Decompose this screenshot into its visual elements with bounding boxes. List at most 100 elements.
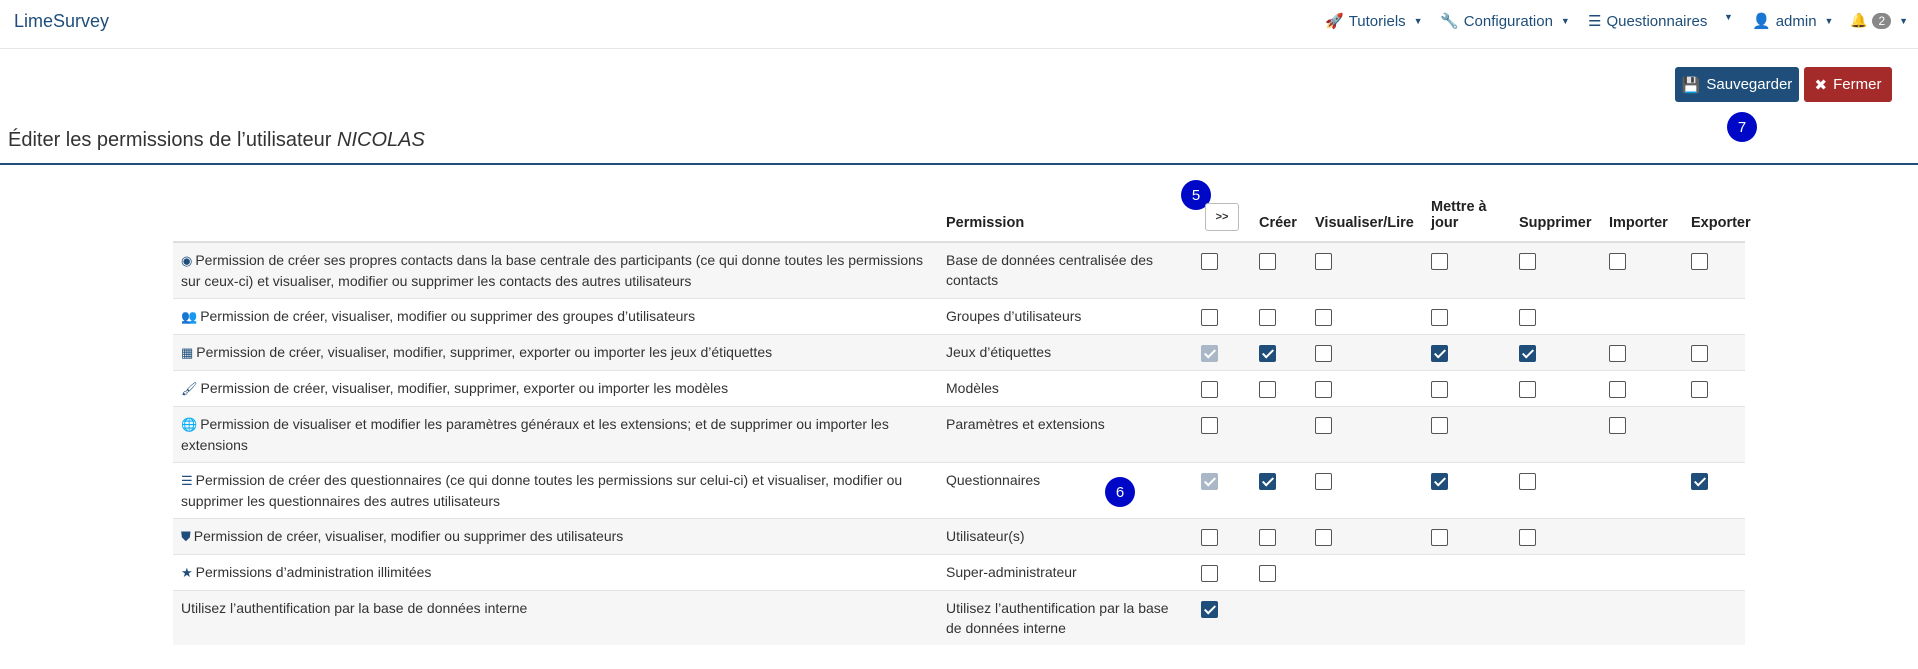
checkbox-read[interactable] xyxy=(1315,381,1332,399)
checkbox-update[interactable] xyxy=(1431,529,1448,547)
globe-icon: 🌐 xyxy=(181,417,198,432)
header-delete: Supprimer xyxy=(1511,184,1601,243)
nav-configuration[interactable]: 🔧 Configuration ▼ xyxy=(1440,12,1570,31)
checkbox-create[interactable] xyxy=(1259,529,1276,547)
row-permission-name: Jeux d’étiquettes xyxy=(938,334,1193,371)
nav-user-label: admin xyxy=(1775,12,1817,30)
checkbox-create[interactable] xyxy=(1259,253,1276,271)
shield-icon: ⛊ xyxy=(181,529,191,544)
checkbox-read[interactable] xyxy=(1315,417,1332,435)
paint-brush-icon: 🖌 xyxy=(181,381,198,396)
table-row: ★ Permissions d’administration illimitées… xyxy=(173,554,1745,591)
nav-user-menu[interactable]: 👤 admin ▼ xyxy=(1752,12,1834,31)
title-divider xyxy=(0,163,1918,165)
row-description: ◉ Permission de créer ses propres contact… xyxy=(173,241,938,299)
nav-tutorials[interactable]: 🚀 Tutoriels ▼ xyxy=(1325,12,1423,31)
checkbox-export[interactable] xyxy=(1691,345,1708,363)
checkbox-read[interactable] xyxy=(1315,473,1332,491)
list-icon: ☰ xyxy=(1588,13,1602,30)
checkbox-read[interactable] xyxy=(1315,309,1332,327)
rocket-icon: 🚀 xyxy=(1325,13,1344,30)
checkbox-all[interactable] xyxy=(1201,565,1218,583)
row-description: ★ Permissions d’administration illimitées xyxy=(173,554,938,591)
header-toggle: >> xyxy=(1193,184,1251,243)
checkbox-delete[interactable] xyxy=(1519,381,1536,399)
save-button[interactable]: 💾 Sauvegarder xyxy=(1675,67,1799,102)
nav-surveys-dropdown[interactable]: ▼ xyxy=(1721,12,1733,22)
checkbox-create[interactable] xyxy=(1259,345,1276,363)
top-navbar: LimeSurvey 🚀 Tutoriels ▼ 🔧 Configuration… xyxy=(0,0,1918,49)
checkbox-update[interactable] xyxy=(1431,473,1448,491)
checkbox-create[interactable] xyxy=(1259,473,1276,491)
row-permission-name: Super-administrateur xyxy=(938,554,1193,591)
checkbox-update[interactable] xyxy=(1431,309,1448,327)
checkbox-read[interactable] xyxy=(1315,345,1332,363)
row-permission-name: Utilisateur(s) xyxy=(938,518,1193,555)
page-title: Éditer les permissions de l’utilisateur … xyxy=(8,129,425,152)
header-import: Importer xyxy=(1601,184,1683,243)
row-description: 👥 Permission de créer, visualiser, modifi… xyxy=(173,298,938,335)
checkbox-delete[interactable] xyxy=(1519,309,1536,327)
checkbox-read[interactable] xyxy=(1315,253,1332,271)
checkbox-import[interactable] xyxy=(1609,417,1626,435)
nav-surveys[interactable]: ☰ Questionnaires xyxy=(1588,12,1708,31)
nav-notifications[interactable]: 🔔 2 ▼ xyxy=(1850,12,1908,29)
header-permission: Permission xyxy=(938,184,1193,243)
toggle-all-button[interactable]: >> xyxy=(1205,203,1239,231)
checkbox-import[interactable] xyxy=(1609,253,1626,271)
checkbox-create[interactable] xyxy=(1259,309,1276,327)
checkbox-all[interactable] xyxy=(1201,345,1218,363)
checkbox-create[interactable] xyxy=(1259,565,1276,583)
nav-tutorials-label: Tutoriels xyxy=(1348,12,1406,30)
checkbox-delete[interactable] xyxy=(1519,253,1536,271)
checkbox-export[interactable] xyxy=(1691,473,1708,491)
checkbox-delete[interactable] xyxy=(1519,529,1536,547)
checkbox-update[interactable] xyxy=(1431,381,1448,399)
checkbox-update[interactable] xyxy=(1431,417,1448,435)
save-button-label: Sauvegarder xyxy=(1706,76,1793,93)
brand-logo[interactable]: LimeSurvey xyxy=(14,11,109,32)
table-row: ▦ Permission de créer, visualiser, modifi… xyxy=(173,334,1745,371)
table-row: 🖌 Permission de créer, visualiser, modifi… xyxy=(173,370,1745,407)
checkbox-export[interactable] xyxy=(1691,381,1708,399)
caret-down-icon: ▼ xyxy=(1824,16,1834,26)
step-marker-7: 7 xyxy=(1727,112,1757,142)
star-icon: ★ xyxy=(181,565,193,580)
checkbox-all[interactable] xyxy=(1201,417,1218,435)
row-permission-name: Paramètres et extensions xyxy=(938,406,1193,463)
row-permission-name: Questionnaires xyxy=(938,462,1193,519)
caret-down-icon: ▼ xyxy=(1413,16,1423,26)
checkbox-import[interactable] xyxy=(1609,381,1626,399)
checkbox-import[interactable] xyxy=(1609,345,1626,363)
caret-down-icon: ▼ xyxy=(1724,12,1733,22)
checkbox-create[interactable] xyxy=(1259,381,1276,399)
row-permission-name: Modèles xyxy=(938,370,1193,407)
checkbox-delete[interactable] xyxy=(1519,473,1536,491)
checkbox-export[interactable] xyxy=(1691,253,1708,271)
checkbox-read[interactable] xyxy=(1315,529,1332,547)
th-list-icon: ▦ xyxy=(181,345,194,360)
checkbox-all[interactable] xyxy=(1201,253,1218,271)
header-description xyxy=(173,184,938,243)
close-button[interactable]: ✖ Fermer xyxy=(1804,67,1892,102)
notifications-badge: 2 xyxy=(1872,12,1892,29)
checkbox-all[interactable] xyxy=(1201,381,1218,399)
checkbox-update[interactable] xyxy=(1431,345,1448,363)
checkbox-update[interactable] xyxy=(1431,253,1448,271)
bell-icon: 🔔 xyxy=(1850,12,1868,28)
row-description: Utilisez l’authentification par la base … xyxy=(173,590,938,645)
table-row: ⛊ Permission de créer, visualiser, modifi… xyxy=(173,518,1745,555)
checkbox-all[interactable] xyxy=(1201,473,1218,491)
close-button-label: Fermer xyxy=(1833,76,1882,93)
table-row: ◉ Permission de créer ses propres contact… xyxy=(173,241,1745,299)
checkbox-all[interactable] xyxy=(1201,309,1218,327)
header-create: Créer xyxy=(1251,184,1307,243)
list-icon: ☰ xyxy=(181,473,193,488)
checkbox-delete[interactable] xyxy=(1519,345,1536,363)
checkbox-all[interactable] xyxy=(1201,529,1218,547)
row-description: ▦ Permission de créer, visualiser, modifi… xyxy=(173,334,938,371)
nav-surveys-label: Questionnaires xyxy=(1606,12,1708,30)
header-read: Visualiser/Lire xyxy=(1307,184,1423,243)
checkbox-all[interactable] xyxy=(1201,601,1218,619)
table-header-row: Permission >> Créer Visualiser/Lire Mett… xyxy=(173,184,1751,243)
